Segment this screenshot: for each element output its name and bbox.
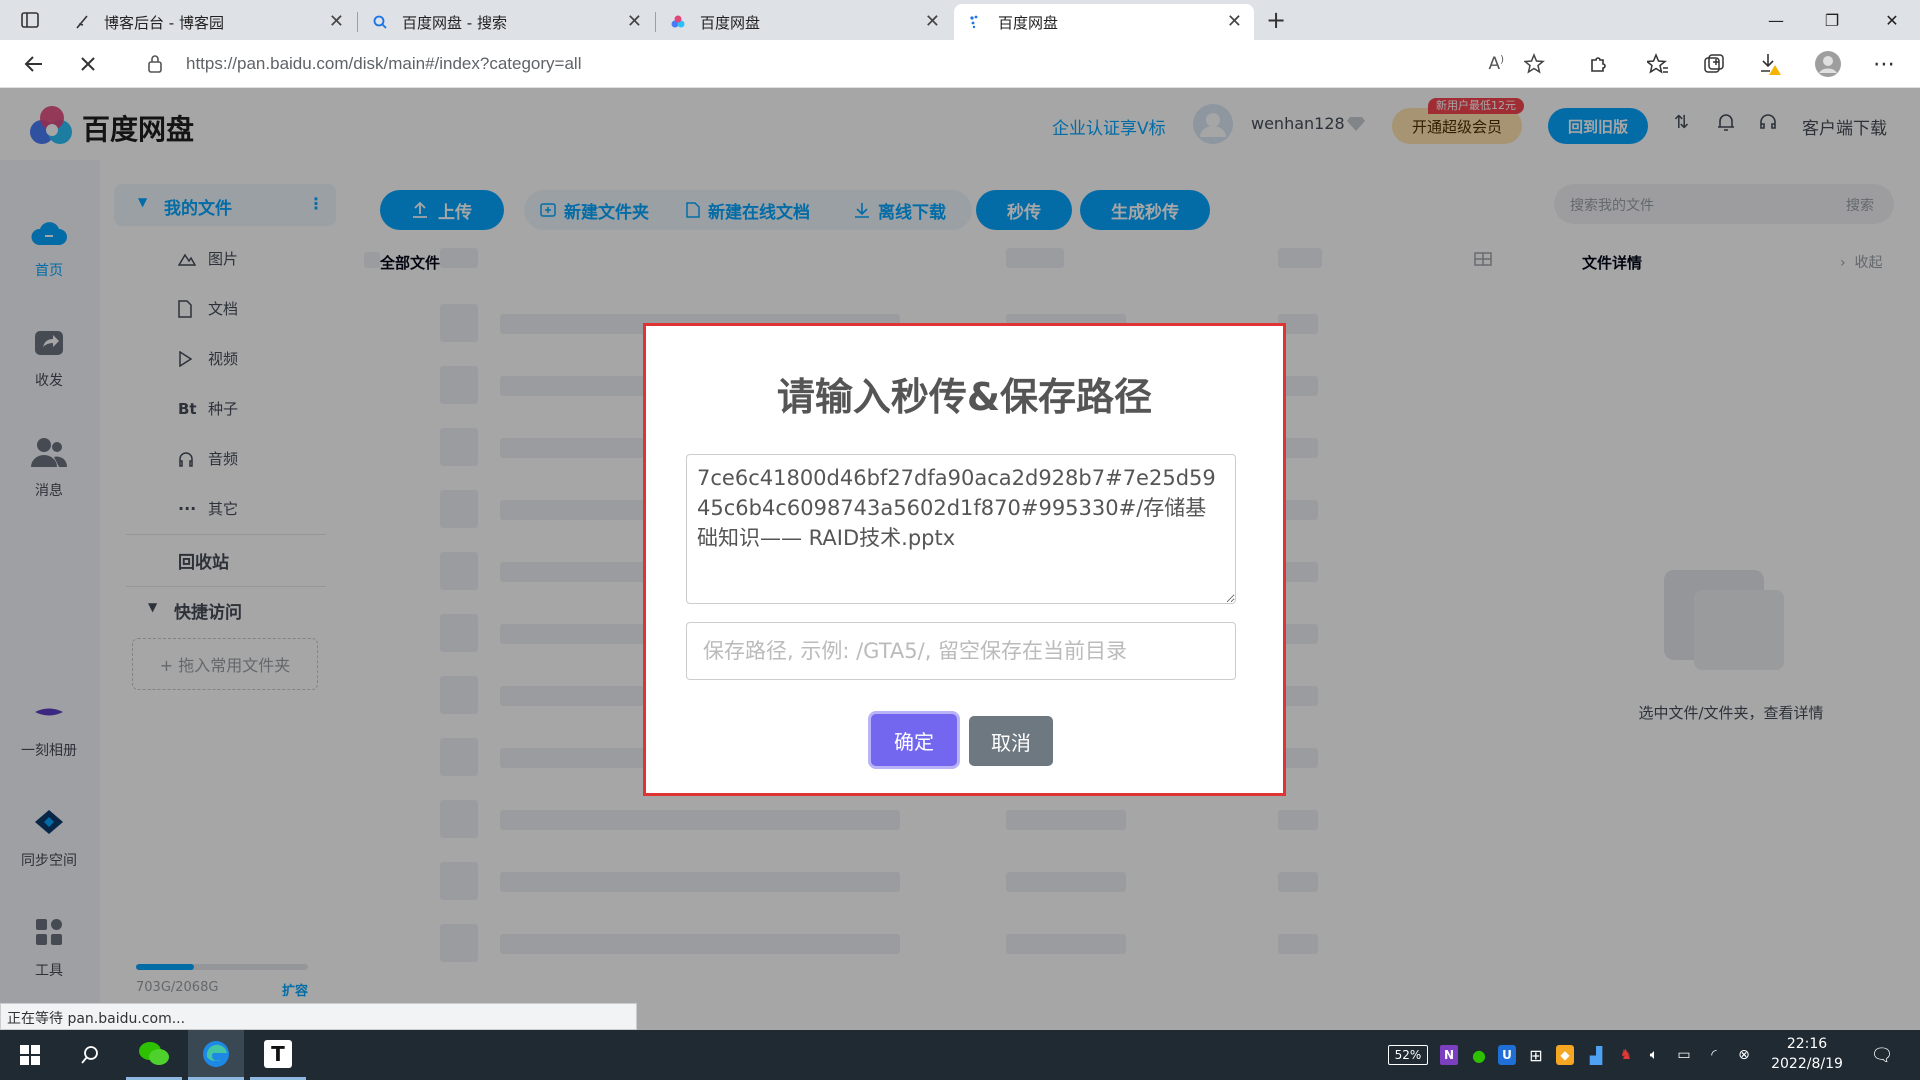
more-menu-icon[interactable]: ⋯: [1868, 48, 1900, 80]
tray-blue-icon[interactable]: ▟: [1586, 1045, 1606, 1065]
url-text[interactable]: https://pan.baidu.com/disk/main#/index?c…: [186, 54, 581, 74]
qq-tray-icon[interactable]: ♞: [1616, 1045, 1636, 1065]
new-tab-button[interactable]: +: [1260, 4, 1292, 36]
tab-cnblogs[interactable]: 博客后台 - 博客园 ✕: [60, 4, 356, 40]
wifi-icon[interactable]: ◜: [1704, 1045, 1724, 1065]
tab-title: 百度网盘 - 搜索: [402, 13, 507, 32]
minimize-icon[interactable]: —: [1748, 0, 1804, 40]
windows-start-icon[interactable]: [2, 1030, 58, 1080]
close-icon[interactable]: ✕: [1227, 13, 1242, 31]
power-icon[interactable]: ▭: [1674, 1045, 1694, 1065]
browser-status-bar: 正在等待 pan.baidu.com...: [0, 1003, 637, 1030]
quill-icon: [74, 14, 90, 30]
clock[interactable]: 22:16 2022/8/19: [1762, 1034, 1852, 1074]
notification-icon[interactable]: 🗨︎: [1870, 1045, 1894, 1066]
extensions-icon[interactable]: [1582, 48, 1614, 80]
tab-title: 百度网盘: [700, 13, 761, 32]
baidu-cloud-icon: [670, 14, 686, 30]
save-path-input[interactable]: [686, 622, 1236, 680]
confirm-button[interactable]: 确定: [871, 714, 957, 766]
battery-indicator[interactable]: 52%: [1388, 1045, 1428, 1065]
dialog-title: 请输入秒传&保存路径: [776, 375, 1153, 419]
favorite-add-icon[interactable]: [1524, 53, 1546, 75]
url-box[interactable]: https://pan.baidu.com/disk/main#/index?c…: [136, 46, 1564, 82]
close-icon[interactable]: ✕: [329, 13, 344, 31]
rapid-upload-dialog: 请输入秒传&保存路径 确定 取消: [643, 323, 1286, 796]
window-close-icon[interactable]: ✕: [1864, 0, 1920, 40]
tab-search[interactable]: 百度网盘 - 搜索 ✕: [358, 4, 654, 40]
rapid-link-textarea[interactable]: [686, 454, 1236, 604]
tab-actions-icon[interactable]: [14, 4, 46, 36]
wechat-tray-icon[interactable]: ●: [1468, 1045, 1490, 1065]
typora-app-icon[interactable]: T: [250, 1030, 306, 1080]
restore-icon[interactable]: ❐: [1804, 0, 1860, 40]
address-bar-row: https://pan.baidu.com/disk/main#/index?c…: [0, 40, 1920, 88]
tab-baidupan[interactable]: 百度网盘 ✕: [656, 4, 952, 40]
tray-shield-icon[interactable]: ◆: [1556, 1045, 1574, 1065]
lock-icon[interactable]: [146, 54, 164, 74]
favorites-icon[interactable]: [1642, 48, 1674, 80]
tab-baidupan-active[interactable]: 百度网盘 ✕: [954, 4, 1254, 40]
collections-icon[interactable]: [1698, 48, 1730, 80]
search-icon: [372, 14, 388, 30]
battery-percent: 52%: [1394, 1048, 1422, 1062]
taskbar-search-icon[interactable]: [62, 1030, 118, 1080]
volume-icon[interactable]: 🔈︎: [1644, 1045, 1664, 1065]
clock-time: 22:16: [1786, 1036, 1828, 1052]
close-icon[interactable]: ✕: [627, 13, 642, 31]
profile-avatar[interactable]: [1812, 48, 1844, 80]
cancel-button[interactable]: 取消: [969, 716, 1053, 766]
close-icon[interactable]: ✕: [925, 13, 940, 31]
onenote-tray-icon[interactable]: N: [1440, 1045, 1458, 1065]
edge-app-icon[interactable]: [188, 1030, 244, 1080]
stop-loading-icon[interactable]: [72, 48, 104, 80]
loading-icon: [968, 14, 984, 30]
network-off-icon[interactable]: ⊗: [1734, 1045, 1754, 1065]
read-aloud-icon[interactable]: A): [1488, 54, 1504, 74]
downloads-icon[interactable]: [1754, 48, 1786, 80]
wechat-app-icon[interactable]: [126, 1030, 182, 1080]
clock-date: 2022/8/19: [1771, 1056, 1843, 1072]
tray-app-icon[interactable]: U: [1498, 1045, 1516, 1065]
tab-title: 百度网盘: [998, 13, 1059, 32]
back-icon[interactable]: [18, 48, 50, 80]
browser-tab-bar: 博客后台 - 博客园 ✕ 百度网盘 - 搜索 ✕ 百度网盘 ✕ 百度网盘 ✕ +…: [0, 0, 1920, 40]
tab-title: 博客后台 - 博客园: [104, 13, 224, 32]
tray-windows-icon[interactable]: ⊞: [1526, 1045, 1546, 1065]
windows-taskbar: T 52% N ● U ⊞ ◆ ▟ ♞ 🔈︎ ▭ ◜ ⊗ 22:16 2022/…: [0, 1030, 1920, 1080]
